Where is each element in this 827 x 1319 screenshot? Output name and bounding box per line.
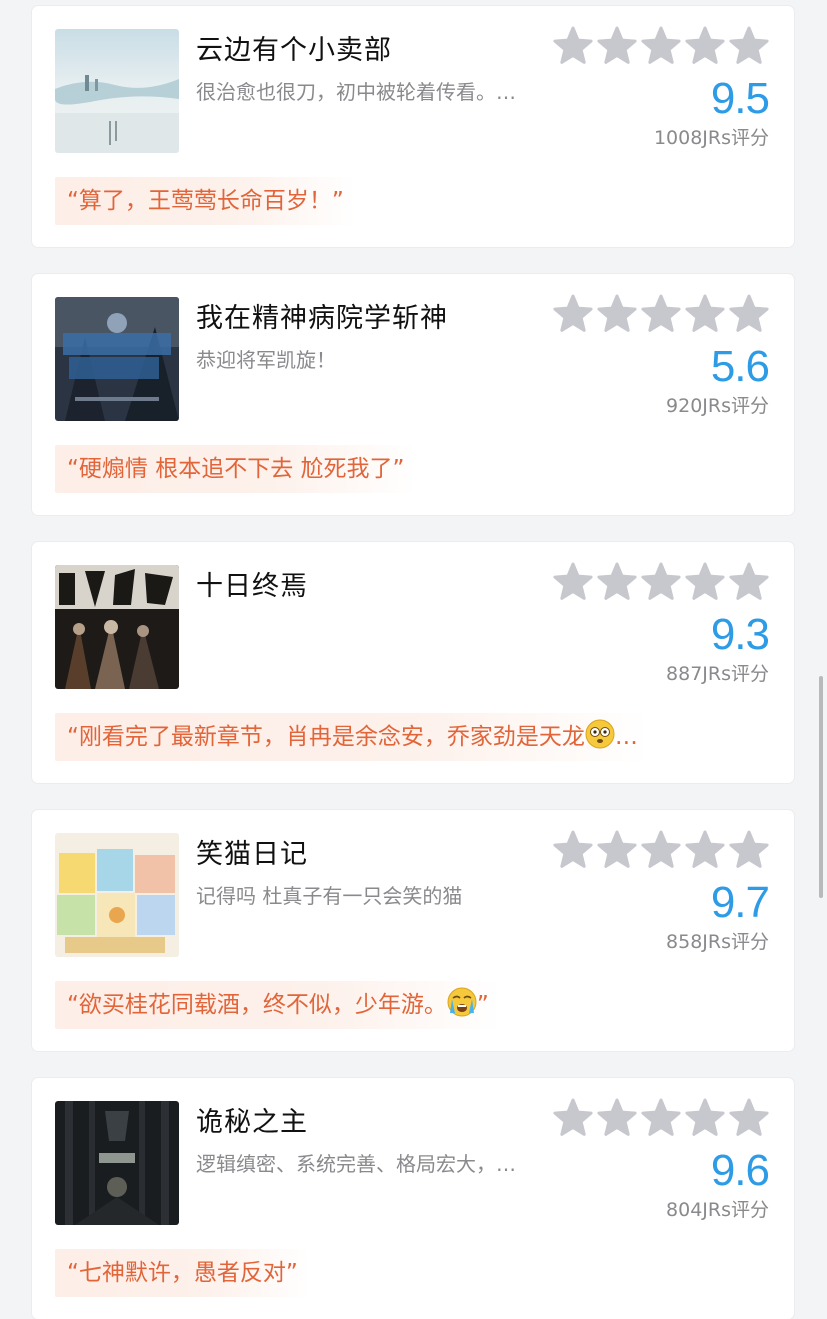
book-description: 很治愈也很刀，初中被轮着传看。…	[196, 80, 516, 104]
star-icon[interactable]	[597, 1098, 637, 1136]
comment-text: “算了，王莺莺长命百岁！”	[67, 188, 344, 214]
star-icon[interactable]	[729, 830, 769, 868]
rating-count: 920JRs评分	[666, 395, 769, 417]
book-description: 记得吗 杜真子有一只会笑的猫	[196, 884, 463, 908]
rating-card[interactable]: 云边有个小卖部 很治愈也很刀，初中被轮着传看。… 9.5 1008JRs评分 “…	[32, 6, 794, 247]
rating-count: 804JRs评分	[666, 1199, 769, 1221]
book-title[interactable]: 我在精神病院学斩神	[196, 296, 448, 335]
star-icon[interactable]	[729, 562, 769, 600]
anime-poster-icon[interactable]	[55, 297, 179, 421]
stars-graphic	[553, 830, 769, 868]
stars-graphic	[553, 1098, 769, 1136]
comment-text: “硬煽情 根本追不下去 尬死我了”	[67, 456, 405, 482]
rating-count: 887JRs评分	[666, 663, 769, 685]
featured-comment[interactable]: “算了，王莺莺长命百岁！”	[55, 177, 356, 225]
crying-face-emoji-icon	[447, 986, 477, 1017]
star-icon[interactable]	[729, 1098, 769, 1136]
star-icon[interactable]	[553, 830, 593, 868]
comment-close-quote: ”	[476, 992, 489, 1018]
rating-card[interactable]: 十日终焉 9.3 887JRs评分 “刚看完了最新章节，肖冉是余念安，乔家劲是天…	[32, 542, 794, 783]
book-title[interactable]: 诡秘之主	[196, 1100, 308, 1139]
comment-ellipsis: …	[614, 724, 638, 750]
featured-comment[interactable]: “欲买桂花同载酒，终不似，少年游。 ”	[55, 981, 501, 1029]
comment-text: “刚看完了最新章节，肖冉是余念安，乔家劲是天龙	[67, 724, 585, 750]
star-icon[interactable]	[597, 830, 637, 868]
star-rating[interactable]	[553, 294, 769, 336]
rating-score: 9.7	[710, 878, 770, 927]
star-icon[interactable]	[685, 26, 725, 64]
book-description: 恭迎将军凯旋！	[196, 348, 336, 372]
stars-graphic	[553, 562, 769, 600]
rating-card[interactable]: 诡秘之主 逻辑缜密、系统完善、格局宏大，… 9.6 804JRs评分 “七神默许…	[32, 1078, 794, 1319]
dizzy-face-emoji-icon	[585, 718, 615, 749]
comment-text: “七神默许，愚者反对”	[67, 1260, 298, 1286]
star-icon[interactable]	[641, 1098, 681, 1136]
book-title[interactable]: 十日终焉	[196, 564, 308, 603]
vertical-scrollbar[interactable]	[819, 676, 823, 898]
star-icon[interactable]	[553, 562, 593, 600]
gothic-poster-icon[interactable]	[55, 1101, 179, 1225]
book-title[interactable]: 云边有个小卖部	[196, 28, 392, 67]
star-icon[interactable]	[685, 294, 725, 332]
rating-card[interactable]: 我在精神病院学斩神 恭迎将军凯旋！ 5.6 920JRs评分 “硬煽情 根本追不…	[32, 274, 794, 515]
featured-comment[interactable]: “硬煽情 根本追不下去 尬死我了”	[55, 445, 417, 493]
rating-score: 9.6	[710, 1146, 770, 1195]
star-icon[interactable]	[597, 562, 637, 600]
star-icon[interactable]	[553, 294, 593, 332]
rating-card[interactable]: 笑猫日记 记得吗 杜真子有一只会笑的猫 9.7 858JRs评分 “欲买桂花同载…	[32, 810, 794, 1051]
star-icon[interactable]	[685, 1098, 725, 1136]
star-icon[interactable]	[553, 26, 593, 64]
comment-text: “欲买桂花同载酒，终不似，少年游。	[67, 992, 447, 1018]
star-icon[interactable]	[685, 830, 725, 868]
star-icon[interactable]	[641, 294, 681, 332]
featured-comment[interactable]: “刚看完了最新章节，肖冉是余念安，乔家劲是天龙 …	[55, 713, 650, 761]
star-rating[interactable]	[553, 1098, 769, 1140]
book-stack-icon[interactable]	[55, 833, 179, 957]
rating-score: 5.6	[710, 342, 770, 391]
star-icon[interactable]	[729, 294, 769, 332]
star-icon[interactable]	[729, 26, 769, 64]
star-icon[interactable]	[641, 830, 681, 868]
stars-graphic	[553, 26, 769, 64]
star-icon[interactable]	[685, 562, 725, 600]
star-icon[interactable]	[597, 26, 637, 64]
featured-comment[interactable]: “七神默许，愚者反对”	[55, 1249, 310, 1297]
star-icon[interactable]	[597, 294, 637, 332]
rating-count: 858JRs评分	[666, 931, 769, 953]
star-icon[interactable]	[641, 26, 681, 64]
star-rating[interactable]	[553, 830, 769, 872]
book-description: 逻辑缜密、系统完善、格局宏大，…	[196, 1152, 516, 1176]
star-icon[interactable]	[553, 1098, 593, 1136]
rating-count: 1008JRs评分	[653, 127, 769, 149]
star-rating[interactable]	[553, 26, 769, 68]
book-title[interactable]: 笑猫日记	[196, 832, 308, 871]
rating-score: 9.5	[710, 74, 770, 123]
dark-poster-icon[interactable]	[55, 565, 179, 689]
star-icon[interactable]	[641, 562, 681, 600]
stars-graphic	[553, 294, 769, 332]
book-cover-sky-icon[interactable]	[55, 29, 179, 153]
star-rating[interactable]	[553, 562, 769, 604]
rating-score: 9.3	[710, 610, 770, 659]
